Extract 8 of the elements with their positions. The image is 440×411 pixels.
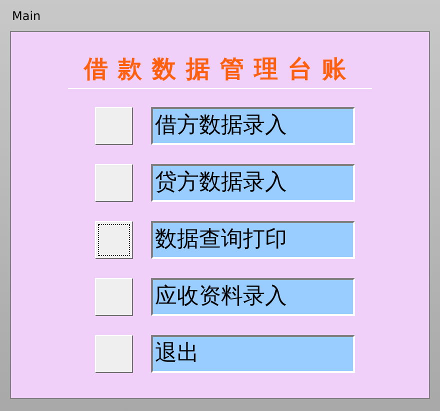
window-title: Main [12, 8, 41, 24]
menu-label: 贷方数据录入 [151, 164, 355, 202]
form-heading: 借款数据管理台账 [84, 57, 356, 81]
menu-button[interactable] [95, 221, 133, 259]
menu-label: 数据查询打印 [151, 221, 355, 259]
menu-label: 借方数据录入 [151, 107, 355, 145]
menu-label: 应收资料录入 [151, 278, 355, 316]
menu-label: 退出 [151, 335, 355, 373]
